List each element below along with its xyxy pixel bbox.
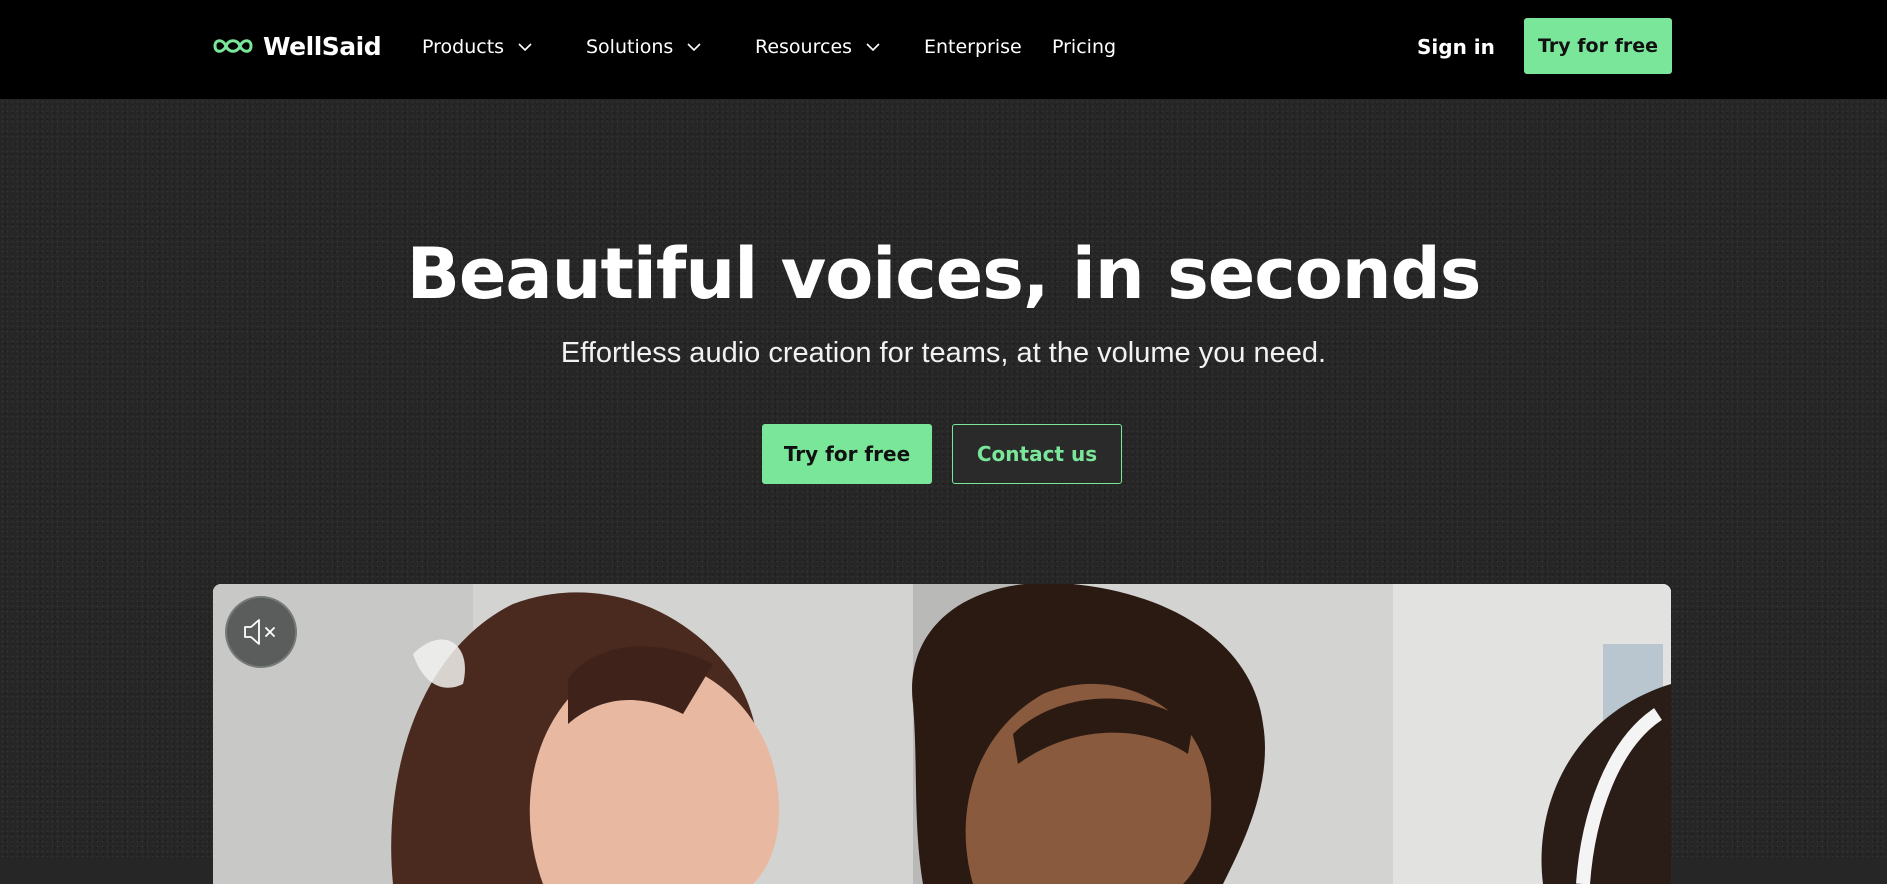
try-for-free-button[interactable]: Try for free	[1524, 18, 1672, 74]
hero-video-frame	[213, 584, 1671, 884]
wellsaid-logo[interactable]: WellSaid	[212, 28, 382, 64]
nav-item-label: Products	[422, 36, 505, 58]
speaker-muted-icon	[244, 619, 275, 645]
contact-us-button[interactable]: Contact us	[952, 424, 1122, 484]
chevron-down-icon	[518, 42, 532, 51]
hero-subtitle: Effortless audio creation for teams, at …	[560, 337, 1327, 369]
nav-item-products[interactable]: Products	[422, 32, 532, 62]
top-navigation: WellSaid Products Solutions Resources En…	[0, 0, 1887, 99]
chevron-down-icon	[866, 42, 880, 51]
hero-title: Beautiful voices, in seconds	[406, 233, 1482, 315]
wellsaid-logo-icon	[213, 39, 253, 53]
hero-try-for-free-button[interactable]: Try for free	[762, 424, 932, 484]
nav-item-pricing[interactable]: Pricing	[1052, 32, 1116, 62]
nav-item-solutions[interactable]: Solutions	[586, 32, 701, 62]
hero-video[interactable]	[213, 584, 1671, 884]
nav-item-enterprise[interactable]: Enterprise	[924, 32, 1022, 62]
hero-section: Beautiful voices, in seconds Effortless …	[0, 99, 1887, 884]
sign-in-link[interactable]: Sign in	[1417, 30, 1495, 64]
nav-item-label: Enterprise	[924, 36, 1022, 58]
brand-name: WellSaid	[263, 31, 382, 61]
chevron-down-icon	[687, 42, 701, 51]
nav-item-label: Solutions	[586, 36, 674, 58]
nav-item-label: Resources	[755, 36, 853, 58]
nav-item-label: Pricing	[1052, 36, 1117, 58]
mute-toggle-button[interactable]	[225, 596, 297, 668]
nav-item-resources[interactable]: Resources	[755, 32, 880, 62]
